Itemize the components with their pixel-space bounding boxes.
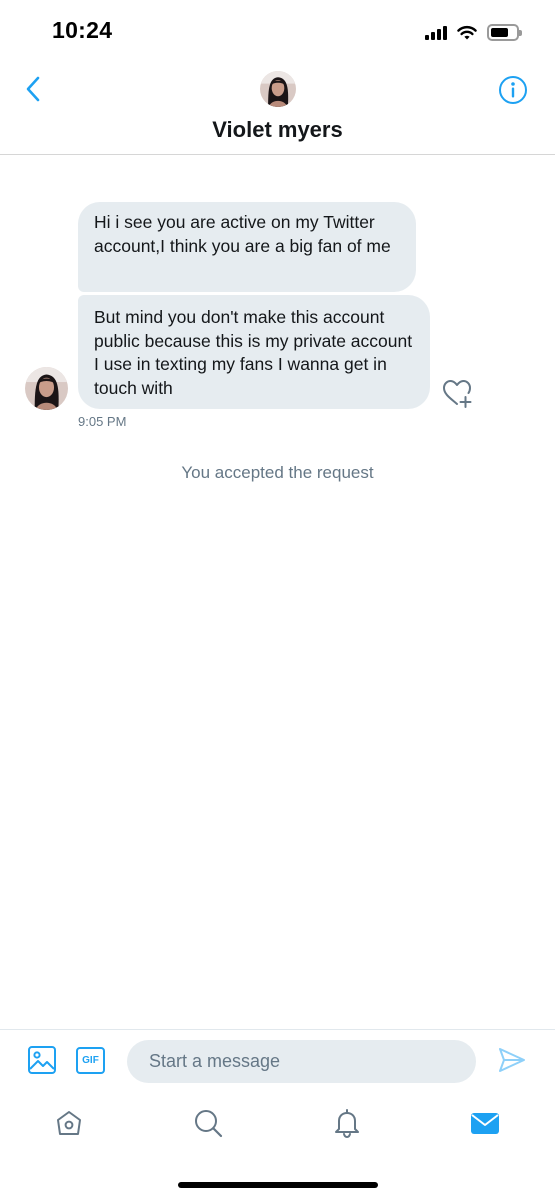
tab-home[interactable] xyxy=(53,1107,85,1139)
profile-photo-icon xyxy=(25,367,68,410)
send-button[interactable] xyxy=(497,1045,527,1075)
tab-notifications[interactable] xyxy=(331,1107,363,1139)
search-icon xyxy=(195,1110,223,1138)
conversation-header: Violet myers xyxy=(0,62,555,155)
message-bubble[interactable]: Hi i see you are active on my Twitter ac… xyxy=(78,202,416,292)
contact-avatar[interactable] xyxy=(260,71,296,107)
send-icon xyxy=(499,1048,525,1072)
message-bubble[interactable]: But mind you don't make this account pub… xyxy=(78,295,430,409)
add-media-button[interactable] xyxy=(27,1045,57,1075)
status-bar: 10:24 xyxy=(0,0,555,62)
contact-name[interactable]: Violet myers xyxy=(0,117,555,143)
profile-photo-icon xyxy=(260,71,296,107)
react-button[interactable] xyxy=(441,377,473,409)
info-button[interactable] xyxy=(498,75,528,105)
messages-envelope-icon xyxy=(471,1113,499,1134)
cellular-signal-icon xyxy=(425,25,447,40)
gif-button[interactable]: GIF xyxy=(76,1047,105,1074)
tab-bar xyxy=(0,1093,555,1163)
heart-plus-icon xyxy=(443,380,472,408)
image-icon xyxy=(28,1046,56,1074)
status-icons xyxy=(425,22,522,42)
status-time: 10:24 xyxy=(52,17,113,43)
back-button[interactable] xyxy=(18,74,48,104)
chevron-left-icon xyxy=(26,76,40,102)
message-input[interactable] xyxy=(127,1040,476,1083)
info-circle-icon xyxy=(499,76,527,104)
home-indicator xyxy=(178,1182,378,1188)
battery-icon xyxy=(487,23,522,41)
request-accepted-note: You accepted the request xyxy=(181,463,374,482)
home-icon xyxy=(57,1111,81,1135)
message-timestamp: 9:05 PM xyxy=(78,414,127,429)
sender-avatar[interactable] xyxy=(25,367,68,410)
wifi-icon xyxy=(457,25,477,39)
notifications-bell-icon xyxy=(335,1109,359,1139)
message-composer: GIF xyxy=(0,1029,555,1093)
tab-search[interactable] xyxy=(192,1107,224,1139)
tab-messages[interactable] xyxy=(469,1107,501,1139)
